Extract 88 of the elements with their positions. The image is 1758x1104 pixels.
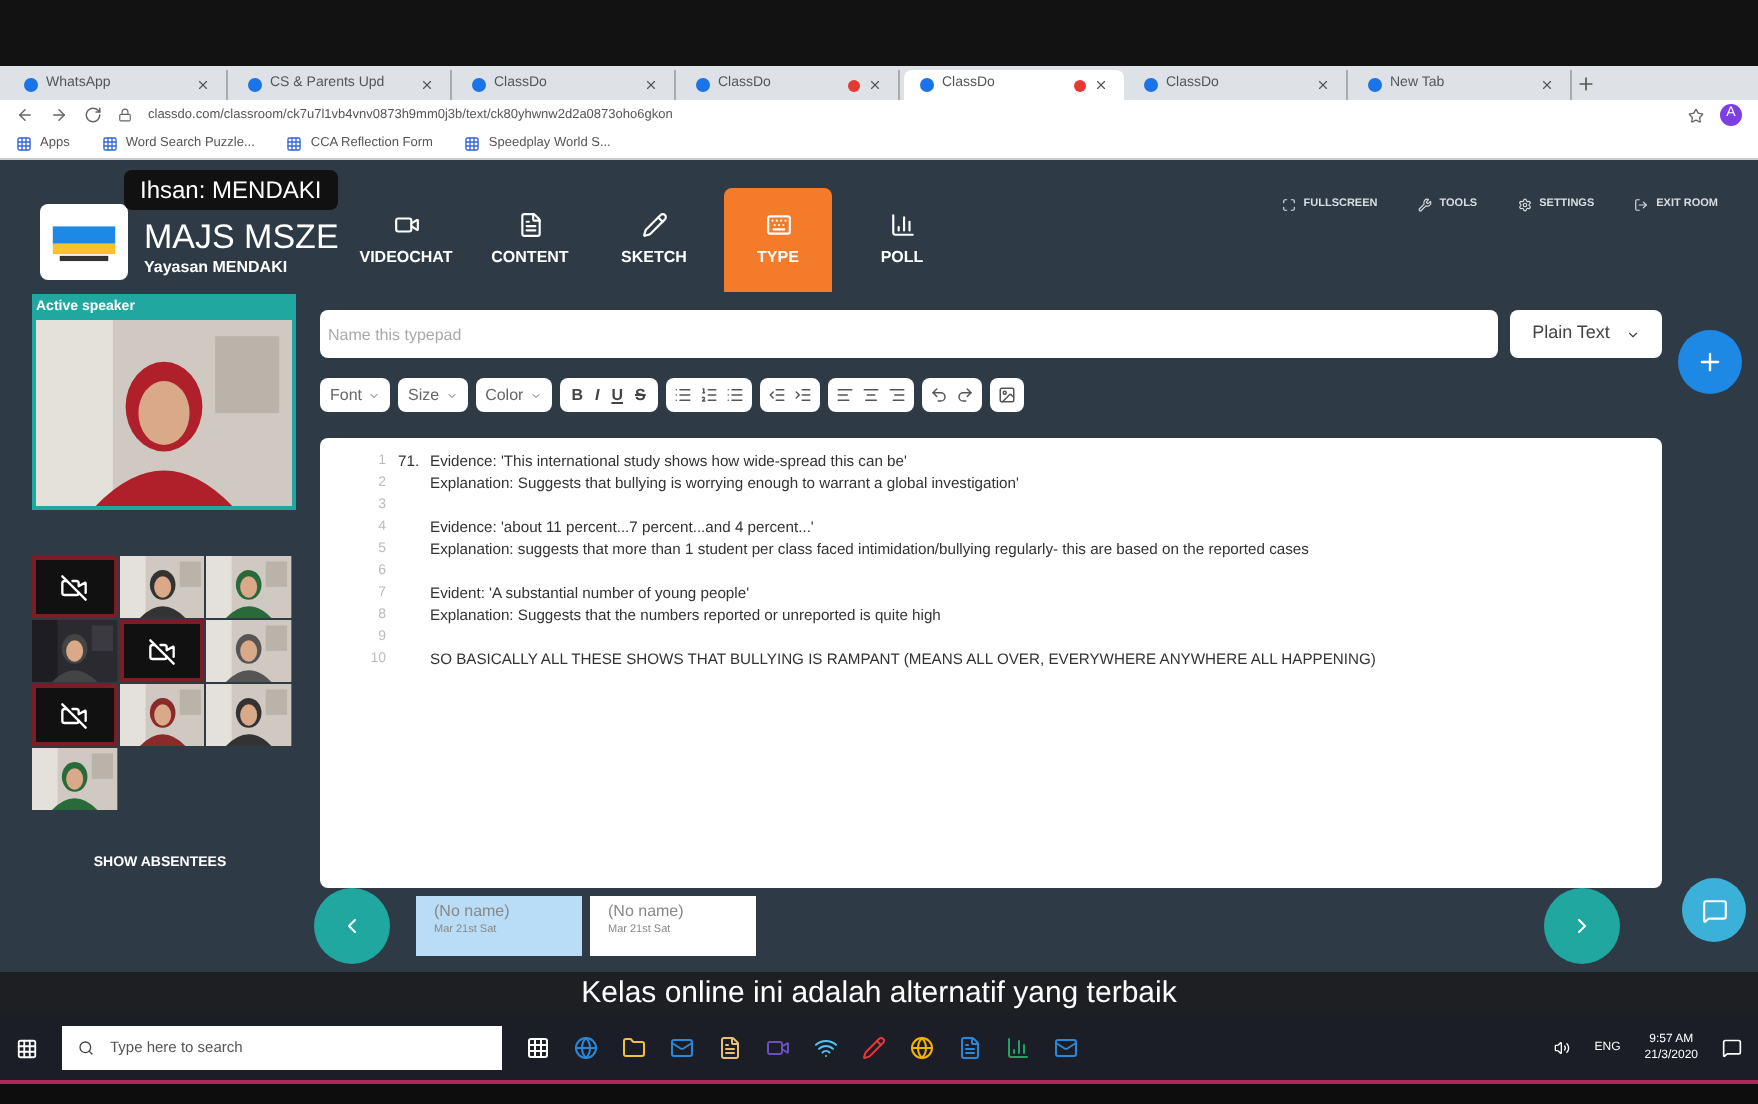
caret-icon <box>1625 327 1640 341</box>
format-button[interactable]: U <box>611 383 623 407</box>
chart-icon <box>889 211 915 237</box>
caret-icon <box>368 389 381 401</box>
toolbar-icon[interactable] <box>861 386 880 404</box>
taskbar-app-icon[interactable] <box>910 1036 934 1060</box>
file-icon <box>517 211 543 237</box>
start-icon[interactable] <box>16 1037 38 1059</box>
star-icon[interactable] <box>1688 107 1704 123</box>
grid-icon <box>464 136 481 152</box>
close-icon[interactable] <box>1540 78 1554 92</box>
previous-button[interactable] <box>314 888 390 964</box>
organisation-name: Yayasan MENDAKI <box>144 256 290 280</box>
page-name: (No name) <box>608 902 686 922</box>
camera-off-tile[interactable] <box>32 684 118 746</box>
format-select[interactable]: Plain Text <box>1510 310 1662 358</box>
back-icon[interactable] <box>16 106 34 124</box>
next-button[interactable] <box>1544 888 1620 964</box>
video-icon <box>393 211 419 237</box>
toolbar-icon[interactable] <box>955 386 974 404</box>
camera-off-icon <box>60 573 89 601</box>
wrench-icon <box>1417 197 1432 212</box>
close-icon[interactable] <box>868 78 882 92</box>
search-icon <box>78 1040 94 1056</box>
toolbar-icon[interactable] <box>835 386 854 404</box>
toolbar-icon[interactable] <box>997 386 1016 404</box>
notification-icon[interactable] <box>1722 1038 1742 1058</box>
grid-icon <box>16 136 32 152</box>
close-icon[interactable] <box>1316 78 1330 92</box>
close-icon[interactable] <box>644 78 658 92</box>
site-icon <box>472 78 486 92</box>
nav-tab[interactable]: SKETCH <box>600 188 708 292</box>
class-title: MAJS MSZE <box>144 220 341 256</box>
toolbar-icon[interactable] <box>699 386 718 404</box>
caret-icon <box>529 389 542 401</box>
reload-icon[interactable] <box>84 106 102 124</box>
taskbar-app-icon[interactable] <box>622 1036 646 1060</box>
logo <box>40 204 128 280</box>
toolbar-dropdown[interactable]: Font <box>320 378 391 412</box>
nav-tab[interactable]: POLL <box>848 188 956 292</box>
toolbar-icon[interactable] <box>725 386 744 404</box>
toolbar-dropdown[interactable]: Size <box>398 378 468 412</box>
format-button[interactable]: B <box>571 383 583 407</box>
text-editor[interactable] <box>320 438 1662 888</box>
taskbar-app-icon[interactable] <box>718 1036 742 1060</box>
nav-tab[interactable]: VIDEOCHAT <box>352 188 460 292</box>
chat-button[interactable] <box>1682 878 1746 942</box>
volume-icon[interactable] <box>1554 1040 1571 1056</box>
toolbar-icon[interactable] <box>887 386 906 404</box>
speaker-tooltip: Ihsan: MENDAKI <box>124 170 338 210</box>
plus-icon <box>1696 348 1724 376</box>
camera-off-tile[interactable] <box>119 620 205 682</box>
fullscreen-icon <box>1281 197 1296 212</box>
toolbar-dropdown[interactable]: Color <box>475 378 552 412</box>
camera-off-tile[interactable] <box>32 556 118 618</box>
camera-off-icon <box>147 637 176 665</box>
site-icon <box>24 78 38 92</box>
site-icon <box>1144 78 1158 92</box>
nav-tab[interactable]: CONTENT <box>476 188 584 292</box>
grid-icon <box>286 136 303 152</box>
gear-icon <box>1517 197 1532 212</box>
caret-icon <box>445 389 458 401</box>
add-button[interactable] <box>1678 330 1742 394</box>
forward-icon[interactable] <box>50 106 68 124</box>
toolbar-icon[interactable] <box>767 386 786 404</box>
close-icon[interactable] <box>1094 78 1108 92</box>
grid-icon <box>101 136 118 152</box>
pencil-icon <box>641 211 667 237</box>
site-icon <box>920 78 934 92</box>
video-caption: Kelas online ini adalah alternatif yang terbaik <box>581 973 1177 1014</box>
site-icon <box>696 78 710 92</box>
toolbar-icon[interactable] <box>673 386 692 404</box>
site-icon <box>1368 78 1382 92</box>
keyboard-icon <box>765 211 791 237</box>
format-button[interactable]: S <box>635 383 646 407</box>
toolbar-icon[interactable] <box>793 386 812 404</box>
camera-off-icon <box>60 701 89 729</box>
close-icon[interactable] <box>420 78 434 92</box>
close-icon[interactable] <box>196 78 210 92</box>
page-name: (No name) <box>434 902 512 922</box>
toolbar-icon[interactable] <box>929 386 948 404</box>
name-field[interactable]: Name this typepad <box>320 310 1498 358</box>
lock-icon <box>118 108 132 122</box>
new-tab-icon[interactable] <box>1576 73 1596 93</box>
format-button[interactable]: I <box>594 383 600 407</box>
chat-icon <box>1701 897 1727 923</box>
exit-icon <box>1634 197 1649 212</box>
site-icon <box>248 78 262 92</box>
